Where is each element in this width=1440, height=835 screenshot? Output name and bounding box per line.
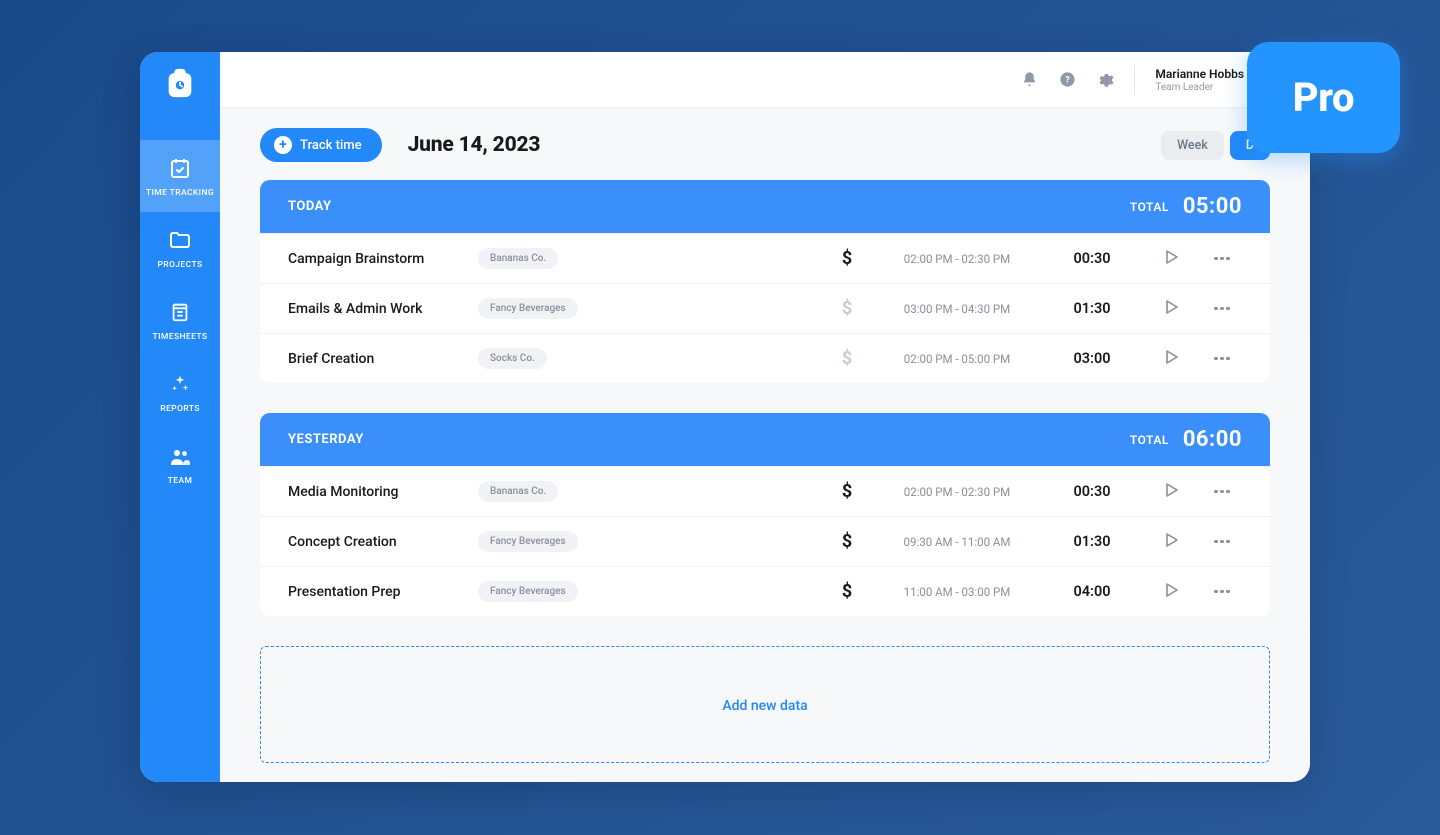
- dollar-icon[interactable]: $: [822, 298, 872, 319]
- time-entry-row: Concept CreationFancy Beverages $09:30 AM…: [260, 516, 1270, 566]
- play-icon[interactable]: [1166, 532, 1178, 551]
- section-header: TODAY TOTAL 05:00: [260, 180, 1270, 233]
- main-area: ? Marianne Hobbs Team Leader + Track tim…: [220, 52, 1310, 782]
- task-name: Brief Creation: [288, 351, 478, 367]
- toggle-week[interactable]: Week: [1161, 131, 1224, 160]
- date-title: June 14, 2023: [408, 133, 541, 157]
- dollar-icon[interactable]: $: [822, 481, 872, 502]
- task-name: Campaign Brainstorm: [288, 251, 478, 267]
- sidebar-item-timesheets[interactable]: TIMESHEETS: [140, 284, 220, 356]
- sidebar-item-label: TIME TRACKING: [146, 188, 214, 198]
- time-range: 02:00 PM - 05:00 PM: [872, 352, 1042, 366]
- play-icon[interactable]: [1166, 482, 1178, 501]
- add-new-label: Add new data: [722, 698, 807, 714]
- more-icon[interactable]: [1214, 357, 1230, 361]
- project-tag: Socks Co.: [478, 348, 547, 369]
- more-icon[interactable]: [1214, 307, 1230, 311]
- section-total-label: TOTAL: [1130, 433, 1169, 447]
- time-entry-row: Presentation PrepFancy Beverages $11:00 A…: [260, 566, 1270, 616]
- more-icon[interactable]: [1214, 540, 1230, 544]
- project-tag: Bananas Co.: [478, 481, 558, 502]
- duration: 00:30: [1042, 483, 1142, 500]
- sidebar-item-label: TEAM: [168, 476, 193, 486]
- section-total-value: 06:00: [1183, 427, 1242, 452]
- track-time-button[interactable]: + Track time: [260, 128, 382, 162]
- task-name: Concept Creation: [288, 534, 478, 550]
- gear-icon[interactable]: [1096, 71, 1114, 89]
- project-tag: Fancy Beverages: [478, 531, 578, 552]
- help-icon[interactable]: ?: [1058, 71, 1076, 89]
- project-tag: Fancy Beverages: [478, 581, 578, 602]
- control-row: + Track time June 14, 2023 Week D: [260, 128, 1270, 162]
- task-name: Presentation Prep: [288, 584, 478, 600]
- sidebar-item-reports[interactable]: REPORTS: [140, 356, 220, 428]
- topbar-divider: [1134, 65, 1135, 95]
- time-range: 03:00 PM - 04:30 PM: [872, 302, 1042, 316]
- more-icon[interactable]: [1214, 257, 1230, 261]
- section: TODAY TOTAL 05:00 Campaign BrainstormBanana…: [260, 180, 1270, 383]
- dollar-icon[interactable]: $: [822, 581, 872, 602]
- section: YESTERDAY TOTAL 06:00 Media MonitoringBanan…: [260, 413, 1270, 616]
- sidebar-item-team[interactable]: TEAM: [140, 428, 220, 500]
- sidebar-item-projects[interactable]: PROJECTS: [140, 212, 220, 284]
- folder-icon: [168, 228, 192, 252]
- duration: 03:00: [1042, 350, 1142, 367]
- user-name: Marianne Hobbs: [1155, 67, 1244, 81]
- topbar: ? Marianne Hobbs Team Leader: [220, 52, 1310, 108]
- more-icon[interactable]: [1214, 590, 1230, 594]
- section-title: TODAY: [288, 199, 332, 214]
- app-logo: [163, 66, 197, 100]
- play-icon[interactable]: [1166, 349, 1178, 368]
- sidebar-item-time-tracking[interactable]: TIME TRACKING: [140, 140, 220, 212]
- plus-icon: +: [274, 136, 292, 154]
- project-tag: Fancy Beverages: [478, 298, 578, 319]
- time-entry-row: Brief CreationSocks Co. $02:00 PM - 05:00…: [260, 333, 1270, 383]
- content: + Track time June 14, 2023 Week D TODAYT…: [220, 108, 1310, 782]
- user-role: Team Leader: [1155, 82, 1244, 93]
- section-title: YESTERDAY: [288, 432, 364, 447]
- duration: 04:00: [1042, 583, 1142, 600]
- sidebar: TIME TRACKING PROJECTS TIMESHEETS: [140, 52, 220, 782]
- sparkles-icon: [168, 372, 192, 396]
- add-new-data[interactable]: Add new data: [260, 646, 1270, 763]
- sidebar-item-label: TIMESHEETS: [153, 332, 208, 342]
- play-icon[interactable]: [1166, 582, 1178, 601]
- section-total-label: TOTAL: [1130, 200, 1169, 214]
- bell-icon[interactable]: [1020, 71, 1038, 89]
- duration: 00:30: [1042, 250, 1142, 267]
- dollar-icon[interactable]: $: [822, 348, 872, 369]
- task-name: Emails & Admin Work: [288, 301, 478, 317]
- timesheet-icon: [168, 300, 192, 324]
- track-time-label: Track time: [300, 138, 362, 153]
- task-name: Media Monitoring: [288, 484, 478, 500]
- team-icon: [168, 444, 192, 468]
- time-entry-row: Emails & Admin WorkFancy Beverages $03:00…: [260, 283, 1270, 333]
- time-range: 11:00 AM - 03:00 PM: [872, 585, 1042, 599]
- time-entry-row: Media MonitoringBananas Co. $02:00 PM - 0…: [260, 466, 1270, 516]
- time-entry-row: Campaign BrainstormBananas Co. $02:00 PM …: [260, 233, 1270, 283]
- dollar-icon[interactable]: $: [822, 248, 872, 269]
- time-range: 02:00 PM - 02:30 PM: [872, 485, 1042, 499]
- calendar-check-icon: [168, 156, 192, 180]
- more-icon[interactable]: [1214, 490, 1230, 494]
- section-total-value: 05:00: [1183, 194, 1242, 219]
- time-range: 09:30 AM - 11:00 AM: [872, 535, 1042, 549]
- project-tag: Bananas Co.: [478, 248, 558, 269]
- sidebar-item-label: PROJECTS: [157, 260, 202, 270]
- section-header: YESTERDAY TOTAL 06:00: [260, 413, 1270, 466]
- duration: 01:30: [1042, 533, 1142, 550]
- duration: 01:30: [1042, 300, 1142, 317]
- play-icon[interactable]: [1166, 249, 1178, 268]
- app-window: TIME TRACKING PROJECTS TIMESHEETS: [140, 52, 1310, 782]
- play-icon[interactable]: [1166, 299, 1178, 318]
- dollar-icon[interactable]: $: [822, 531, 872, 552]
- sidebar-item-label: REPORTS: [160, 404, 200, 414]
- time-range: 02:00 PM - 02:30 PM: [872, 252, 1042, 266]
- svg-text:?: ?: [1065, 75, 1070, 86]
- pro-badge: Pro: [1247, 42, 1400, 153]
